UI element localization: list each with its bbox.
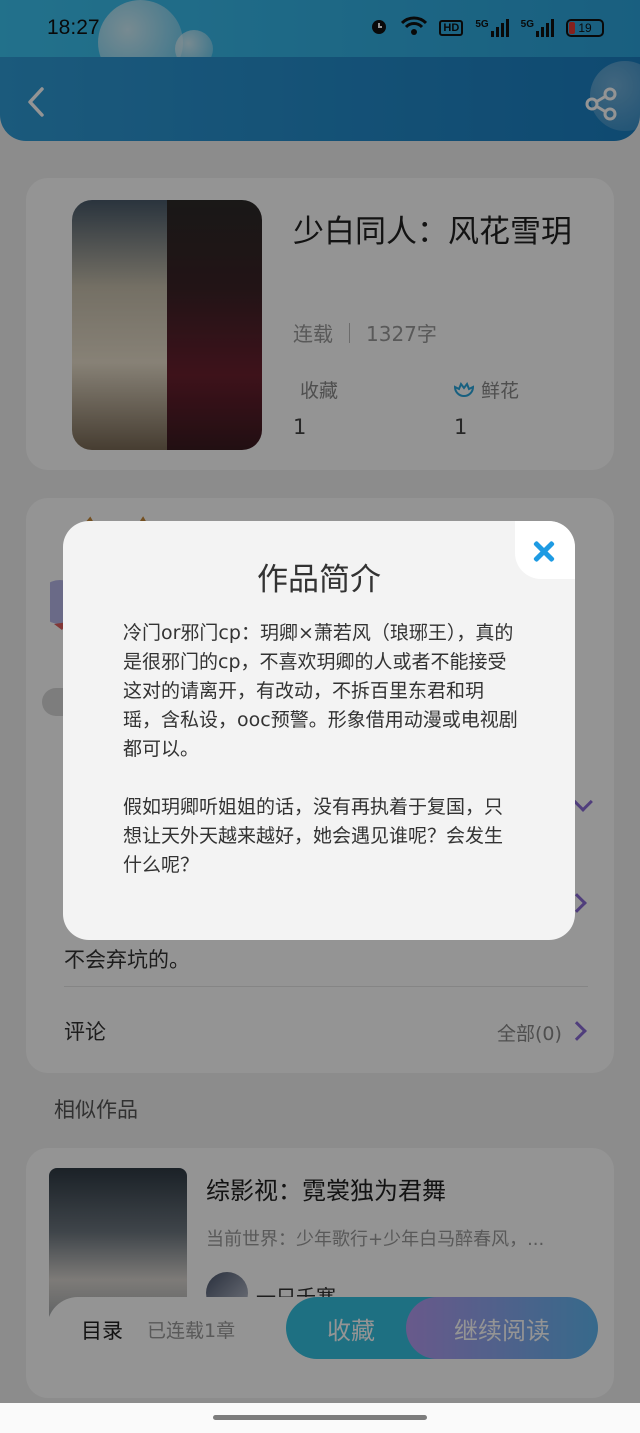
modal-title: 作品简介 <box>257 562 381 598</box>
home-indicator[interactable] <box>213 1415 427 1420</box>
modal-paragraph: 假如玥卿听姐姐的话，没有再执着于复国，只想让天外天越来越好，她会遇见谁呢？会发生… <box>123 796 504 876</box>
intro-modal: 作品简介 冷门or邪门cp：玥卿×萧若风（琅琊王），真的是很邪门的cp，不喜欢玥… <box>63 521 575 940</box>
modal-paragraph: 冷门or邪门cp：玥卿×萧若风（琅琊王），真的是很邪门的cp，不喜欢玥卿的人或者… <box>123 622 518 760</box>
